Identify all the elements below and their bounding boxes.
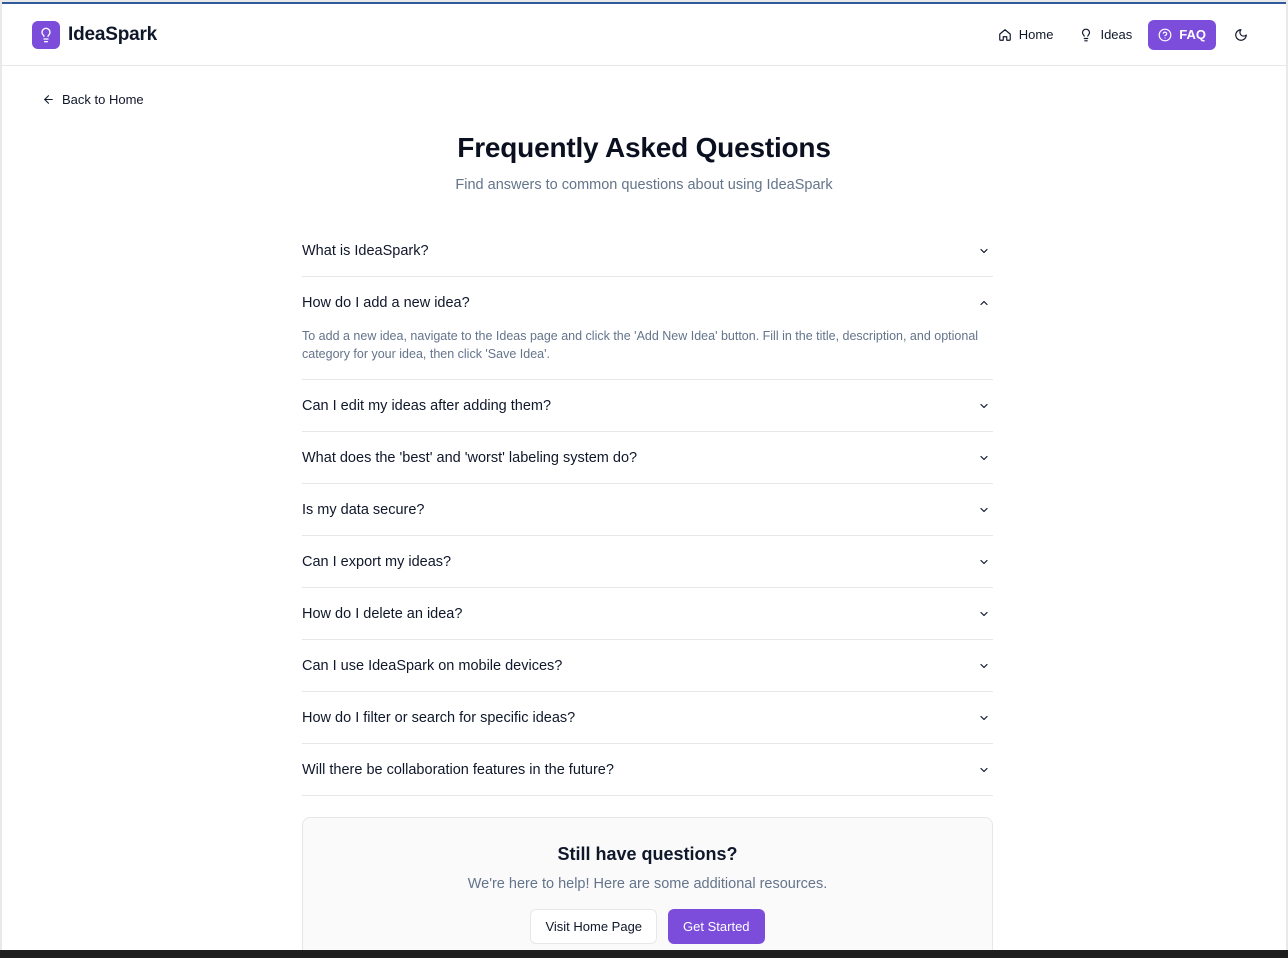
faq-item: How do I filter or search for specific i… bbox=[302, 692, 993, 744]
faq-question-text: How do I filter or search for specific i… bbox=[302, 709, 576, 726]
faq-question-data-secure[interactable]: Is my data secure? bbox=[302, 484, 993, 535]
moon-icon bbox=[1235, 28, 1247, 41]
faq-item: Can I edit my ideas after adding them? bbox=[302, 380, 993, 432]
nav-ideas-label: Ideas bbox=[1100, 27, 1133, 42]
get-started-button[interactable]: Get Started bbox=[668, 909, 765, 944]
page-title: Frequently Asked Questions bbox=[457, 132, 831, 163]
nav-home[interactable]: Home bbox=[988, 20, 1064, 50]
faq-question-text: Will there be collaboration features in … bbox=[302, 761, 614, 778]
help-circle-icon bbox=[1158, 28, 1172, 41]
faq-question-text: How do I add a new idea? bbox=[302, 294, 470, 311]
chevron-down-icon bbox=[977, 659, 991, 673]
chevron-down-icon bbox=[977, 244, 991, 258]
faq-question-collaboration[interactable]: Will there be collaboration features in … bbox=[302, 744, 993, 795]
brand-link[interactable]: IdeaSpark bbox=[32, 20, 158, 49]
chevron-down-icon bbox=[977, 399, 991, 413]
visit-home-page-button[interactable]: Visit Home Page bbox=[530, 909, 658, 944]
nav-home-label: Home bbox=[1018, 27, 1054, 42]
faq-question-what-is-ideaspark[interactable]: What is IdeaSpark? bbox=[302, 225, 993, 276]
navbar: IdeaSpark Home Ideas FAQ bbox=[2, 4, 1286, 66]
faq-item: Can I use IdeaSpark on mobile devices? bbox=[302, 640, 993, 692]
faq-item: Can I export my ideas? bbox=[302, 536, 993, 588]
faq-question-text: How do I delete an idea? bbox=[302, 605, 463, 622]
faq-question-text: Can I export my ideas? bbox=[302, 553, 452, 570]
brand-name: IdeaSpark bbox=[68, 23, 158, 45]
faq-question-edit-ideas[interactable]: Can I edit my ideas after adding them? bbox=[302, 380, 993, 431]
faq-answer: To add a new idea, navigate to the Ideas… bbox=[302, 329, 979, 361]
chevron-down-icon bbox=[977, 503, 991, 517]
back-link-label: Back to Home bbox=[62, 92, 144, 107]
chevron-down-icon bbox=[977, 607, 991, 621]
help-title: Still have questions? bbox=[557, 844, 738, 864]
faq-question-text: Can I use IdeaSpark on mobile devices? bbox=[302, 657, 563, 674]
faq-question-text: Is my data secure? bbox=[302, 501, 425, 518]
nav-menu: Home Ideas FAQ bbox=[988, 19, 1256, 50]
faq-question-add-new-idea[interactable]: How do I add a new idea? bbox=[302, 277, 993, 328]
faq-question-labeling-system[interactable]: What does the 'best' and 'worst' labelin… bbox=[302, 432, 993, 483]
chevron-down-icon bbox=[977, 451, 991, 465]
faq-item: How do I delete an idea? bbox=[302, 588, 993, 640]
faq-item: What is IdeaSpark? bbox=[302, 225, 993, 277]
help-text: We're here to help! Here are some additi… bbox=[467, 876, 828, 892]
back-to-home-link[interactable]: Back to Home bbox=[42, 92, 144, 107]
chevron-down-icon bbox=[977, 711, 991, 725]
faq-question-delete-idea[interactable]: How do I delete an idea? bbox=[302, 588, 993, 639]
faq-accordion: What is IdeaSpark? How do I add a new id… bbox=[302, 225, 993, 796]
theme-toggle-button[interactable] bbox=[1226, 20, 1256, 50]
taskbar-strip bbox=[0, 950, 1288, 958]
faq-question-text: What is IdeaSpark? bbox=[302, 242, 429, 259]
faq-question-text: What does the 'best' and 'worst' labelin… bbox=[302, 449, 638, 466]
chevron-down-icon bbox=[977, 555, 991, 569]
page-subtitle: Find answers to common questions about u… bbox=[455, 177, 833, 193]
faq-question-filter-search[interactable]: How do I filter or search for specific i… bbox=[302, 692, 993, 743]
lightbulb-icon bbox=[1082, 28, 1091, 41]
help-card: Still have questions? We're here to help… bbox=[302, 817, 993, 950]
faq-item: Will there be collaboration features in … bbox=[302, 744, 993, 796]
chevron-up-icon bbox=[977, 296, 991, 310]
faq-item: Is my data secure? bbox=[302, 484, 993, 536]
arrow-left-icon bbox=[44, 95, 53, 104]
faq-question-export-ideas[interactable]: Can I export my ideas? bbox=[302, 536, 993, 587]
help-buttons: Visit Home Page Get Started bbox=[303, 909, 992, 944]
brand-logo bbox=[32, 20, 60, 49]
faq-question-text: Can I edit my ideas after adding them? bbox=[302, 397, 552, 414]
nav-faq[interactable]: FAQ bbox=[1148, 19, 1216, 50]
faq-question-mobile-devices[interactable]: Can I use IdeaSpark on mobile devices? bbox=[302, 640, 993, 691]
nav-faq-label: FAQ bbox=[1179, 27, 1206, 42]
home-icon bbox=[998, 28, 1011, 41]
lightbulb-icon bbox=[41, 27, 51, 42]
nav-ideas[interactable]: Ideas bbox=[1069, 20, 1142, 50]
chevron-down-icon bbox=[977, 763, 991, 777]
faq-item-expanded: How do I add a new idea? To add a new id… bbox=[302, 277, 993, 380]
faq-item: What does the 'best' and 'worst' labelin… bbox=[302, 432, 993, 484]
app-window: IdeaSpark Home Ideas FAQ Back to Home Fr… bbox=[2, 2, 1286, 950]
